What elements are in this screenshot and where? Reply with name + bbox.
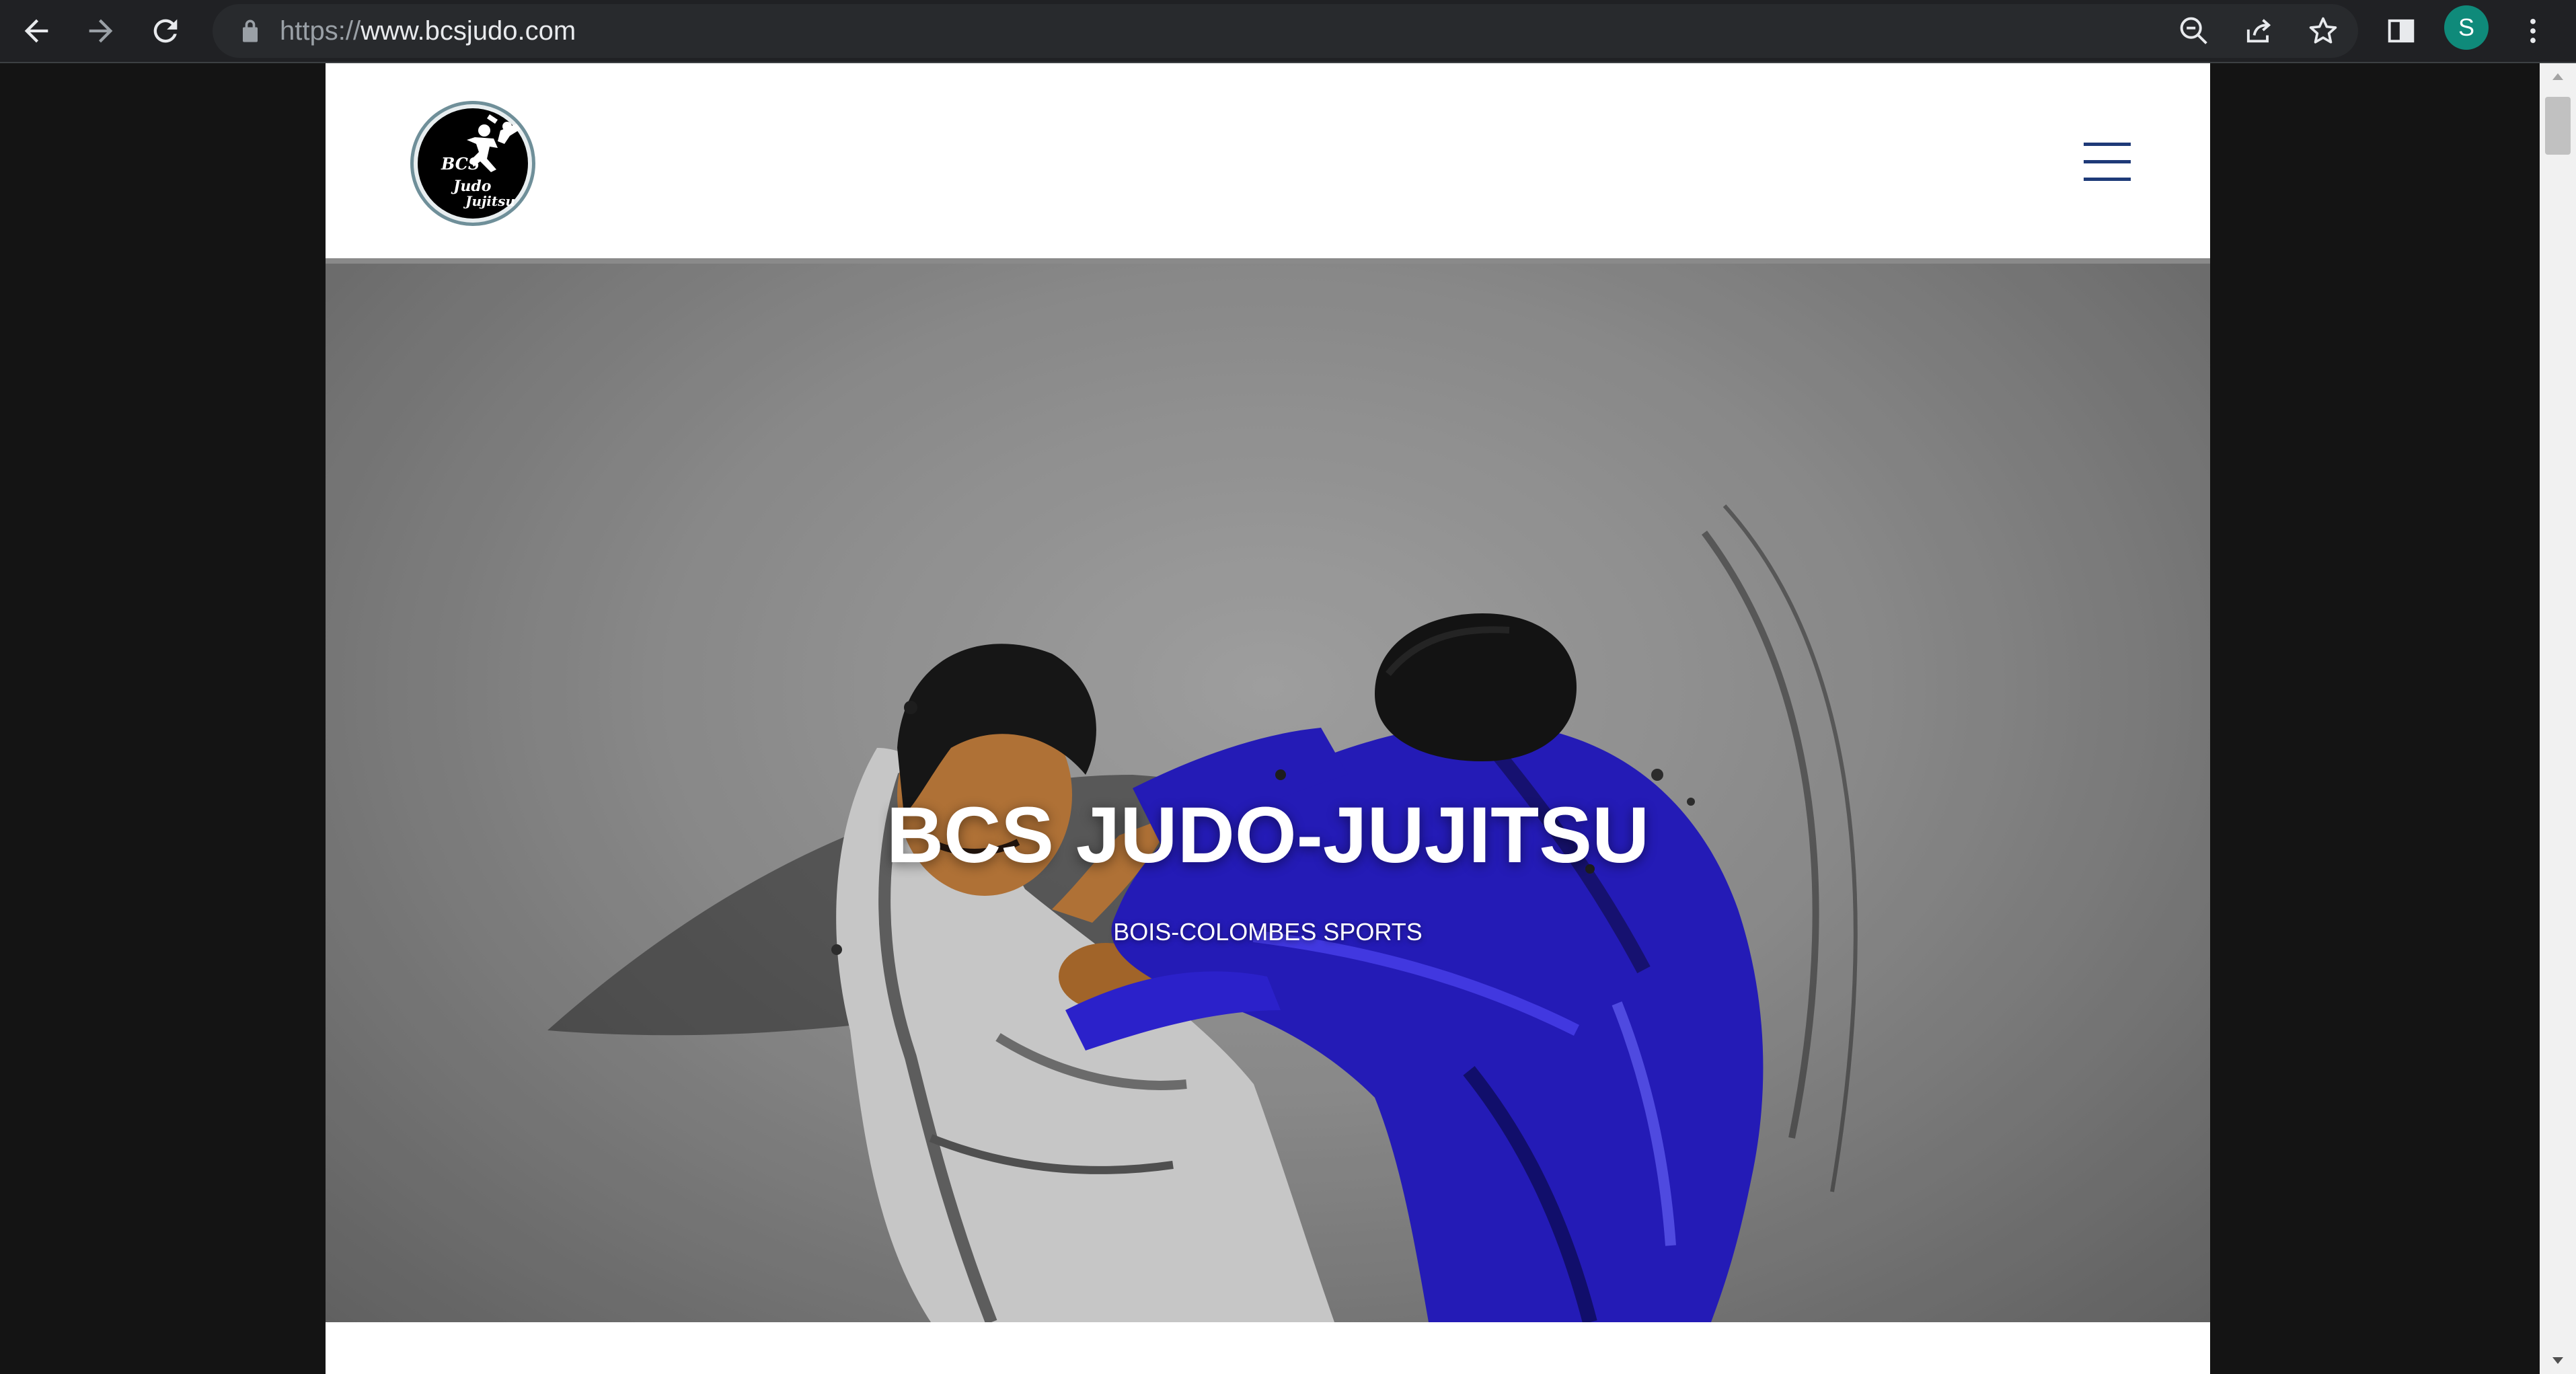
address-bar[interactable]: https://www.bcsjudo.com [213,4,2358,58]
reload-button[interactable] [141,7,190,55]
zoom-out-icon [2180,17,2207,44]
page-scrollbar[interactable] [2540,63,2576,1374]
back-button[interactable] [12,7,61,55]
hero-title: BCS JUDO-JUJITSU [886,791,1650,880]
bookmark-button[interactable] [2299,7,2347,55]
side-panel-button[interactable] [2377,7,2425,55]
web-page: BCS Judo Jujitsu BCS JUDO-JUJITSU BOIS-C… [326,63,2210,1374]
scroll-up-arrow[interactable] [2540,63,2576,90]
share-icon [2246,19,2271,43]
logo-text-bcs: BCS [441,154,480,174]
side-panel-icon [2388,19,2415,43]
hero-banner: BCS JUDO-JUJITSU BOIS-COLOMBES SPORTS [326,264,2210,1322]
club-logo[interactable]: BCS Judo Jujitsu [409,100,537,227]
site-header: BCS Judo Jujitsu [326,63,2210,264]
forward-button[interactable] [77,7,125,55]
zoom-button[interactable] [2170,7,2218,55]
scroll-down-arrow[interactable] [2540,1347,2576,1374]
logo-text-jujitsu: Jujitsu [463,193,515,209]
hamburger-menu-button[interactable] [2084,143,2131,182]
arrow-right-icon [89,19,113,43]
hero-subtitle: BOIS-COLOMBES SPORTS [1113,918,1423,946]
profile-avatar[interactable]: S [2444,5,2489,50]
kebab-menu-icon [2530,19,2536,43]
scroll-thumb[interactable] [2545,97,2571,155]
arrow-left-icon [24,19,48,43]
url-scheme: https:// [280,16,361,46]
triangle-down-icon [2552,1357,2563,1364]
star-icon [2309,17,2337,44]
triangle-up-icon [2552,73,2563,80]
browser-toolbar: https://www.bcsjudo.com S [0,0,2576,63]
lock-icon[interactable] [235,16,265,46]
browser-viewport: BCS Judo Jujitsu BCS JUDO-JUJITSU BOIS-C… [0,63,2540,1374]
url-text[interactable]: https://www.bcsjudo.com [280,13,576,48]
url-host: www.bcsjudo.com [361,16,576,46]
browser-menu-button[interactable] [2509,7,2557,55]
share-button[interactable] [2234,7,2283,55]
content-section-start [326,1322,2210,1374]
reload-icon [153,19,178,43]
